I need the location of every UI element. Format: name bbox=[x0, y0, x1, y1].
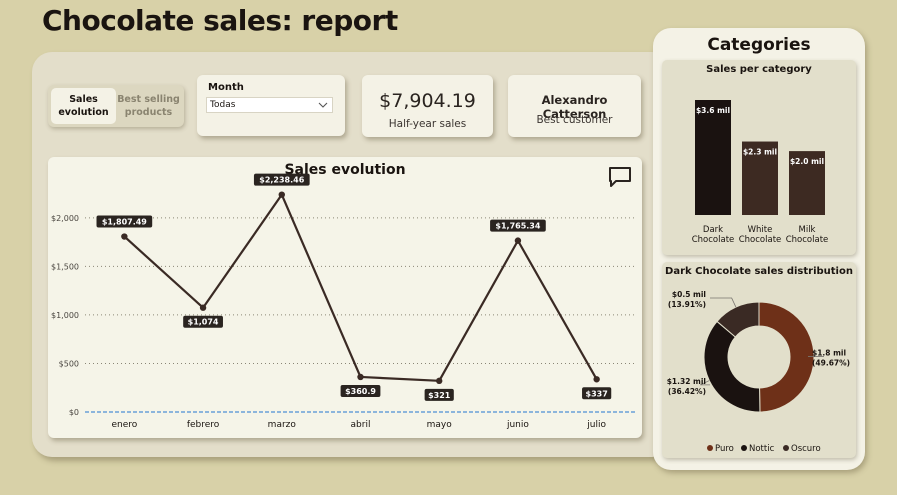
bar-category-label: Chocolate bbox=[692, 235, 735, 245]
slice-percent-label: (36.42%) bbox=[668, 387, 706, 396]
data-point bbox=[357, 373, 364, 381]
bar-data-label: $2.3 mil bbox=[743, 148, 777, 157]
data-point bbox=[121, 233, 128, 240]
data-label: $1,765.34 bbox=[495, 222, 540, 231]
data-label: $321 bbox=[428, 391, 451, 400]
chevron-down-icon bbox=[318, 102, 328, 108]
bar-category-label: Chocolate bbox=[786, 235, 829, 245]
y-tick-label: $500 bbox=[59, 359, 79, 368]
slice-value-label: $1.32 mil bbox=[667, 377, 706, 386]
y-tick-label: $0 bbox=[69, 408, 79, 417]
half-year-sales-card: $7,904.19 Half-year sales bbox=[362, 75, 493, 137]
slice-value-label: $0.5 mil bbox=[672, 290, 706, 299]
sales-per-category-card: Sales per category $3.6 mil Dark Chocolate… bbox=[662, 60, 856, 255]
donut-slice-nottic bbox=[703, 320, 761, 413]
month-filter-label: Month bbox=[208, 82, 244, 93]
bar-category-label: White bbox=[748, 225, 773, 235]
legend-label-nottic: Nottic bbox=[749, 444, 775, 454]
bar-category-label: Dark bbox=[703, 225, 723, 235]
y-tick-label: $1,000 bbox=[51, 311, 79, 320]
dark-chocolate-distribution-chart: $1.8 mil(49.67%) $1.32 mil(36.42%) $0.5 mi… bbox=[667, 290, 850, 454]
slice-value-label: $1.8 mil bbox=[812, 348, 846, 357]
legend-label-puro: Puro bbox=[715, 444, 734, 454]
x-tick-label: febrero bbox=[187, 420, 220, 430]
view-tab-group: Sales evolution Best selling products bbox=[48, 85, 184, 127]
data-label: $2,238.46 bbox=[259, 176, 304, 185]
legend-label-oscuro: Oscuro bbox=[791, 444, 821, 454]
data-point bbox=[436, 377, 443, 385]
x-tick-label: mayo bbox=[427, 420, 453, 430]
data-label: $337 bbox=[586, 389, 608, 398]
legend-marker-oscuro bbox=[783, 445, 789, 451]
x-tick-label: marzo bbox=[268, 420, 297, 430]
bar-category-label: Milk bbox=[799, 225, 816, 235]
month-filter-card: Month Todas bbox=[197, 75, 345, 136]
data-label: $360.9 bbox=[345, 387, 376, 396]
slice-percent-label: (49.67%) bbox=[812, 358, 850, 367]
half-year-sales-value: $7,904.19 bbox=[379, 90, 476, 112]
sales-evolution-card: Sales evolution $0 $500 $1,000 $1,500 $2,000… bbox=[48, 157, 642, 438]
y-tick-label: $2,000 bbox=[51, 214, 79, 223]
month-dropdown-value: Todas bbox=[210, 100, 236, 110]
tab-best-selling-products[interactable]: Best selling products bbox=[116, 88, 181, 124]
tab-sales-evolution[interactable]: Sales evolution bbox=[51, 88, 116, 124]
legend-marker-nottic bbox=[741, 445, 747, 451]
page-title: Chocolate sales: report bbox=[42, 4, 398, 37]
best-customer-label: Best customer bbox=[536, 114, 613, 126]
best-customer-card: Alexandro Catterson Best customer bbox=[508, 75, 641, 137]
month-dropdown[interactable]: Todas bbox=[206, 97, 333, 113]
bar-data-label: $2.0 mil bbox=[790, 157, 824, 166]
categories-panel: Categories Sales per category $3.6 mil Da… bbox=[653, 28, 865, 470]
sales-evolution-chart: $0 $500 $1,000 $1,500 $2,000 enero febrero marz… bbox=[51, 173, 636, 430]
legend-marker-puro bbox=[707, 445, 713, 451]
data-point bbox=[593, 376, 600, 383]
y-tick-label: $1,500 bbox=[51, 262, 79, 271]
dark-chocolate-distribution-card: Dark Chocolate sales distribution $1.8 m… bbox=[662, 262, 856, 458]
sales-per-category-chart: $3.6 milDarkChocolate$2.3 milWhiteChocol… bbox=[692, 100, 829, 245]
slice-leader-line bbox=[710, 297, 737, 308]
bar-category-label: Chocolate bbox=[739, 235, 782, 245]
data-label: $1,807.49 bbox=[102, 218, 147, 227]
categories-title: Categories bbox=[707, 35, 811, 55]
bar-data-label: $3.6 mil bbox=[696, 106, 730, 115]
data-point bbox=[514, 237, 522, 244]
category-bar bbox=[695, 100, 731, 215]
data-point bbox=[278, 191, 285, 198]
donut-slice-puro bbox=[758, 301, 815, 413]
x-tick-label: abril bbox=[351, 420, 371, 430]
slice-percent-label: (13.91%) bbox=[668, 300, 706, 309]
data-point bbox=[199, 304, 207, 311]
x-tick-label: enero bbox=[111, 420, 137, 430]
x-tick-label: junio bbox=[506, 420, 529, 430]
x-tick-label: julio bbox=[586, 420, 606, 430]
data-label: $1,074 bbox=[188, 318, 219, 327]
half-year-sales-label: Half-year sales bbox=[388, 118, 467, 130]
